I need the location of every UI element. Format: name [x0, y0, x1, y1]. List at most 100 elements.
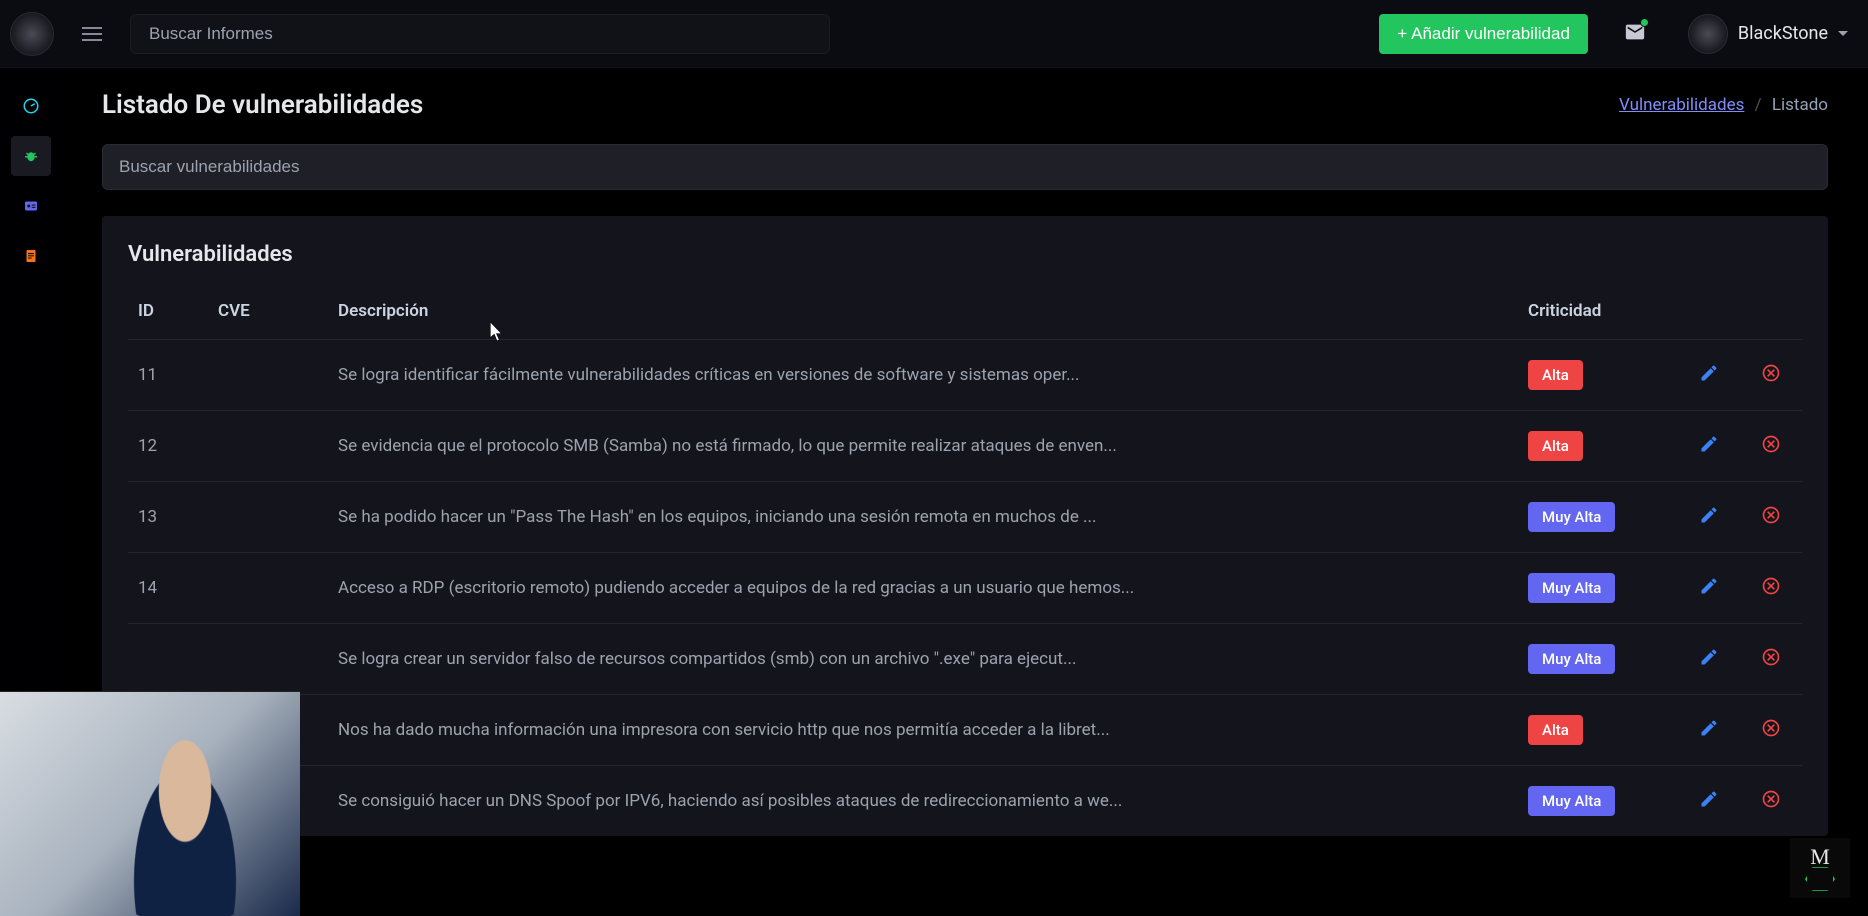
sidebar-item-bugs[interactable] — [11, 136, 51, 176]
col-header-id: ID — [128, 287, 208, 340]
webcam-overlay — [0, 691, 300, 916]
breadcrumb-current: Listado — [1772, 95, 1828, 115]
edit-button[interactable] — [1699, 363, 1719, 383]
notifications-button[interactable] — [1624, 21, 1646, 47]
cell-cve — [208, 553, 328, 624]
col-header-desc: Descripción — [328, 287, 1518, 340]
mail-icon — [1624, 28, 1646, 47]
user-name-label: BlackStone — [1738, 23, 1828, 44]
main-content: Listado De vulnerabilidades Vulnerabilid… — [62, 68, 1868, 916]
criticality-badge: Muy Alta — [1528, 644, 1615, 674]
table-row: 13 Se ha podido hacer un "Pass The Hash" … — [128, 482, 1802, 553]
pencil-icon — [1699, 576, 1719, 596]
cell-description: Se logra identificar fácilmente vulnerab… — [328, 340, 1518, 411]
cell-cve — [208, 482, 328, 553]
breadcrumb: Vulnerabilidades / Listado — [1619, 95, 1828, 115]
document-icon — [22, 247, 40, 265]
close-circle-icon — [1761, 647, 1781, 667]
page-title: Listado De vulnerabilidades — [102, 90, 423, 120]
avatar — [1688, 14, 1728, 54]
cell-id: 14 — [128, 553, 208, 624]
cell-criticality: Muy Alta — [1518, 766, 1678, 837]
criticality-badge: Alta — [1528, 360, 1583, 390]
cell-criticality: Alta — [1518, 340, 1678, 411]
edit-button[interactable] — [1699, 505, 1719, 525]
pencil-icon — [1699, 434, 1719, 454]
close-circle-icon — [1761, 789, 1781, 809]
table-row: Se consiguió hacer un DNS Spoof por IPV6… — [128, 766, 1802, 837]
cell-description: Se evidencia que el protocolo SMB (Samba… — [328, 411, 1518, 482]
criticality-badge: Alta — [1528, 431, 1583, 461]
cell-description: Acceso a RDP (escritorio remoto) pudiend… — [328, 553, 1518, 624]
watermark-logo: M — [1790, 838, 1850, 898]
chevron-down-icon — [1838, 31, 1848, 36]
card-title: Vulnerabilidades — [128, 242, 1802, 267]
edit-button[interactable] — [1699, 647, 1719, 667]
cell-id: 12 — [128, 411, 208, 482]
cell-id: 13 — [128, 482, 208, 553]
gauge-icon — [22, 97, 40, 115]
cell-criticality: Alta — [1518, 411, 1678, 482]
col-header-cve: CVE — [208, 287, 328, 340]
delete-button[interactable] — [1761, 434, 1781, 454]
delete-button[interactable] — [1761, 647, 1781, 667]
pencil-icon — [1699, 647, 1719, 667]
pencil-icon — [1699, 363, 1719, 383]
delete-button[interactable] — [1761, 718, 1781, 738]
table-row: Nos ha dado mucha información una impres… — [128, 695, 1802, 766]
close-circle-icon — [1761, 434, 1781, 454]
add-vulnerability-button[interactable]: + Añadir vulnerabilidad — [1379, 14, 1587, 54]
edit-button[interactable] — [1699, 789, 1719, 809]
criticality-badge: Alta — [1528, 715, 1583, 745]
cell-criticality: Muy Alta — [1518, 624, 1678, 695]
table-row: 12 Se evidencia que el protocolo SMB (Sam… — [128, 411, 1802, 482]
cell-id: 11 — [128, 340, 208, 411]
cell-description: Se consiguió hacer un DNS Spoof por IPV6… — [328, 766, 1518, 837]
menu-toggle-button[interactable] — [82, 27, 102, 41]
table-row: Se logra crear un servidor falso de recu… — [128, 624, 1802, 695]
criticality-badge: Muy Alta — [1528, 786, 1615, 816]
vulnerabilities-table: ID CVE Descripción Criticidad 11 Se logra… — [128, 287, 1802, 836]
cell-criticality: Muy Alta — [1518, 482, 1678, 553]
app-logo — [10, 12, 54, 56]
criticality-badge: Muy Alta — [1528, 502, 1615, 532]
cell-criticality: Alta — [1518, 695, 1678, 766]
close-circle-icon — [1761, 576, 1781, 596]
edit-button[interactable] — [1699, 576, 1719, 596]
pencil-icon — [1699, 718, 1719, 738]
id-card-icon — [22, 197, 40, 215]
table-row: 11 Se logra identificar fácilmente vulner… — [128, 340, 1802, 411]
cell-description: Nos ha dado mucha información una impres… — [328, 695, 1518, 766]
table-row: 14 Acceso a RDP (escritorio remoto) pudie… — [128, 553, 1802, 624]
close-circle-icon — [1761, 505, 1781, 525]
cell-cve — [208, 411, 328, 482]
cell-cve — [208, 624, 328, 695]
sidebar-item-documents[interactable] — [11, 236, 51, 276]
delete-button[interactable] — [1761, 363, 1781, 383]
pencil-icon — [1699, 789, 1719, 809]
criticality-badge: Muy Alta — [1528, 573, 1615, 603]
cell-criticality: Muy Alta — [1518, 553, 1678, 624]
cell-description: Se logra crear un servidor falso de recu… — [328, 624, 1518, 695]
delete-button[interactable] — [1761, 505, 1781, 525]
col-header-crit: Criticidad — [1518, 287, 1678, 340]
user-menu[interactable]: BlackStone — [1688, 14, 1848, 54]
close-circle-icon — [1761, 718, 1781, 738]
cell-cve — [208, 340, 328, 411]
cell-id — [128, 624, 208, 695]
edit-button[interactable] — [1699, 434, 1719, 454]
cell-description: Se ha podido hacer un "Pass The Hash" en… — [328, 482, 1518, 553]
edit-button[interactable] — [1699, 718, 1719, 738]
notification-dot — [1640, 18, 1649, 27]
vulnerabilities-card: Vulnerabilidades ID CVE Descripción Crit… — [102, 216, 1828, 836]
close-circle-icon — [1761, 363, 1781, 383]
filter-input[interactable] — [102, 144, 1828, 190]
search-input[interactable] — [130, 14, 830, 54]
delete-button[interactable] — [1761, 576, 1781, 596]
topbar: + Añadir vulnerabilidad BlackStone — [0, 0, 1868, 68]
sidebar-item-reports[interactable] — [11, 186, 51, 226]
bug-icon — [22, 147, 40, 165]
sidebar-item-dashboard[interactable] — [11, 86, 51, 126]
delete-button[interactable] — [1761, 789, 1781, 809]
breadcrumb-link-vulnerabilities[interactable]: Vulnerabilidades — [1619, 95, 1744, 115]
